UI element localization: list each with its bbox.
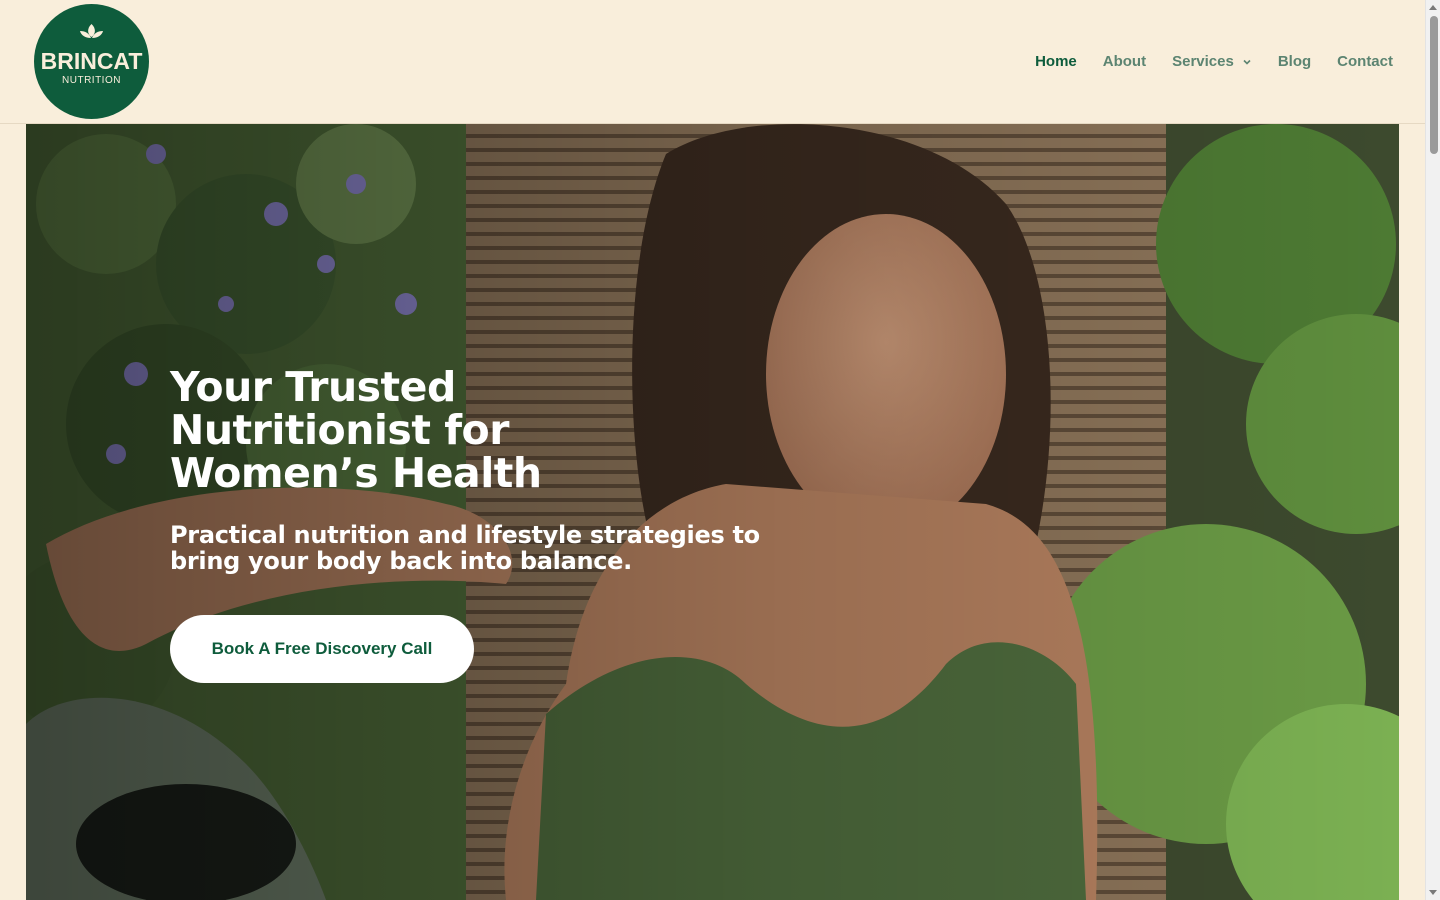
- page-scrollbar[interactable]: [1425, 0, 1440, 900]
- hero-subtitle: Practical nutrition and lifestyle strate…: [170, 521, 760, 575]
- brand-tagline: NUTRITION: [62, 75, 121, 86]
- nav-item-about[interactable]: About: [1103, 52, 1146, 72]
- scroll-up-arrow-icon[interactable]: [1429, 5, 1437, 10]
- chevron-down-icon: [1243, 59, 1251, 65]
- leaf-icon: [80, 24, 103, 38]
- nav-item-home[interactable]: Home: [1035, 52, 1077, 72]
- brand-name: BRINCAT: [40, 48, 143, 74]
- main-nav: Home About Services Blog Contact: [1009, 52, 1393, 72]
- hero-background-image: [26, 124, 1399, 900]
- nav-item-services-label: Services: [1172, 53, 1234, 70]
- hero-section: Your Trusted Nutritionist for Women’s He…: [26, 124, 1399, 900]
- site-header: BRINCAT NUTRITION Home About Services Bl…: [0, 0, 1425, 124]
- nav-item-blog[interactable]: Blog: [1278, 52, 1311, 72]
- nav-item-services[interactable]: Services: [1172, 52, 1252, 72]
- nav-item-contact[interactable]: Contact: [1337, 52, 1393, 72]
- book-discovery-call-button[interactable]: Book A Free Discovery Call: [170, 615, 474, 683]
- scrollbar-thumb[interactable]: [1430, 16, 1438, 154]
- scroll-down-arrow-icon[interactable]: [1429, 890, 1437, 895]
- hero-title: Your Trusted Nutritionist for Women’s He…: [170, 363, 542, 497]
- brand-logo[interactable]: BRINCAT NUTRITION: [34, 4, 149, 119]
